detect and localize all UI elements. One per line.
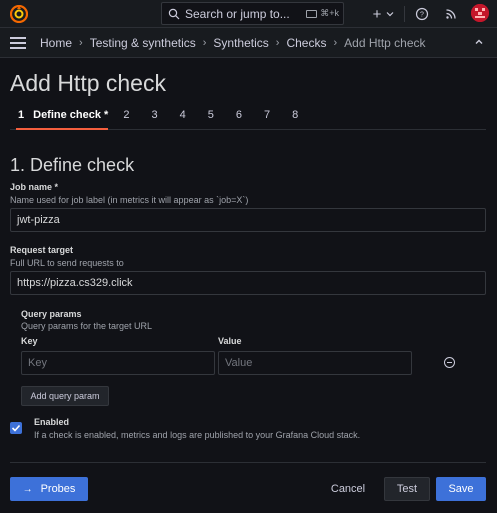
job-name-label: Job name * xyxy=(10,182,59,192)
value-column-header: Value xyxy=(218,336,242,346)
test-button[interactable]: Test xyxy=(384,477,430,501)
breadcrumb-home[interactable]: Home xyxy=(40,36,72,50)
query-param-key-input[interactable]: Key xyxy=(21,351,215,375)
section-title: 1. Define check xyxy=(10,155,135,175)
new-menu-button[interactable]: + xyxy=(368,4,394,24)
stepper: 1 Define check * 2 3 4 5 6 7 8 xyxy=(18,109,298,123)
enabled-description: If a check is enabled, metrics and logs … xyxy=(34,430,361,440)
footer-divider xyxy=(10,462,486,463)
add-query-param-button[interactable]: Add query param xyxy=(21,386,109,406)
job-name-field[interactable]: jwt-pizza xyxy=(10,208,486,232)
step-7[interactable]: 7 xyxy=(264,109,270,123)
query-params-label: Query params xyxy=(21,309,82,319)
active-step-indicator xyxy=(16,128,108,130)
svg-text:?: ? xyxy=(420,12,424,19)
rss-icon xyxy=(446,9,456,19)
help-button[interactable]: ? xyxy=(413,4,431,24)
key-column-header: Key xyxy=(21,336,38,346)
top-bar: Search or jump to... ⌘+k + ? xyxy=(0,0,497,28)
avatar[interactable] xyxy=(471,4,489,22)
query-param-value-input[interactable]: Value xyxy=(218,351,412,375)
step-2[interactable]: 2 xyxy=(123,109,129,123)
request-target-description: Full URL to send requests to xyxy=(10,258,124,268)
chevron-right-icon: › xyxy=(275,37,280,49)
checkmark-icon xyxy=(11,424,21,432)
divider xyxy=(404,6,405,22)
page-title: Add Http check xyxy=(10,70,166,96)
breadcrumb-checks[interactable]: Checks xyxy=(286,36,326,50)
request-target-field[interactable]: https://pizza.cs329.click xyxy=(10,271,486,295)
hamburger-icon-line xyxy=(10,42,26,44)
save-button[interactable]: Save xyxy=(436,477,486,501)
search-icon xyxy=(168,8,180,19)
probes-button-label: Probes xyxy=(40,483,76,495)
remove-param-icon[interactable] xyxy=(444,357,455,368)
breadcrumb-testing[interactable]: Testing & synthetics xyxy=(90,36,196,50)
step-1-number[interactable]: 1 xyxy=(18,109,24,123)
breadcrumb-synthetics[interactable]: Synthetics xyxy=(213,36,268,50)
breadcrumb-current: Add Http check xyxy=(344,36,426,50)
search-placeholder: Search or jump to... xyxy=(185,6,290,21)
avatar-icon xyxy=(471,4,489,22)
breadcrumb: Home › Testing & synthetics › Synthetics… xyxy=(40,36,426,50)
request-target-label: Request target xyxy=(10,245,74,255)
cancel-button[interactable]: Cancel xyxy=(322,477,374,501)
step-3[interactable]: 3 xyxy=(151,109,157,123)
query-params-description: Query params for the target URL xyxy=(21,321,153,331)
chevron-up-icon[interactable] xyxy=(474,37,484,47)
hamburger-icon-line xyxy=(10,37,26,39)
probes-button[interactable]: → Probes xyxy=(10,477,88,501)
help-icon: ? xyxy=(415,7,429,21)
search-shortcut: ⌘+k xyxy=(306,8,339,19)
search-input[interactable]: Search or jump to... ⌘+k xyxy=(161,2,344,25)
job-name-description: Name used for job label (in metrics it w… xyxy=(10,195,249,205)
chevron-down-icon xyxy=(386,12,394,17)
enabled-checkbox[interactable] xyxy=(10,422,22,434)
chevron-right-icon: › xyxy=(333,37,338,49)
menu-toggle-button[interactable] xyxy=(10,37,26,49)
step-6[interactable]: 6 xyxy=(236,109,242,123)
step-4[interactable]: 4 xyxy=(180,109,186,123)
plus-icon: + xyxy=(372,5,382,23)
step-5[interactable]: 5 xyxy=(208,109,214,123)
enabled-label: Enabled xyxy=(34,417,70,427)
keyboard-icon xyxy=(306,9,318,18)
grafana-logo-icon[interactable] xyxy=(10,5,28,23)
chevron-right-icon: › xyxy=(79,37,83,49)
breadcrumb-bar: Home › Testing & synthetics › Synthetics… xyxy=(0,28,497,58)
arrow-right-icon: → xyxy=(22,483,33,495)
news-button[interactable] xyxy=(442,4,460,24)
chevron-right-icon: › xyxy=(202,37,207,49)
step-8[interactable]: 8 xyxy=(292,109,298,123)
hamburger-icon-line xyxy=(10,47,26,49)
step-1-label[interactable]: Define check * xyxy=(33,109,108,123)
